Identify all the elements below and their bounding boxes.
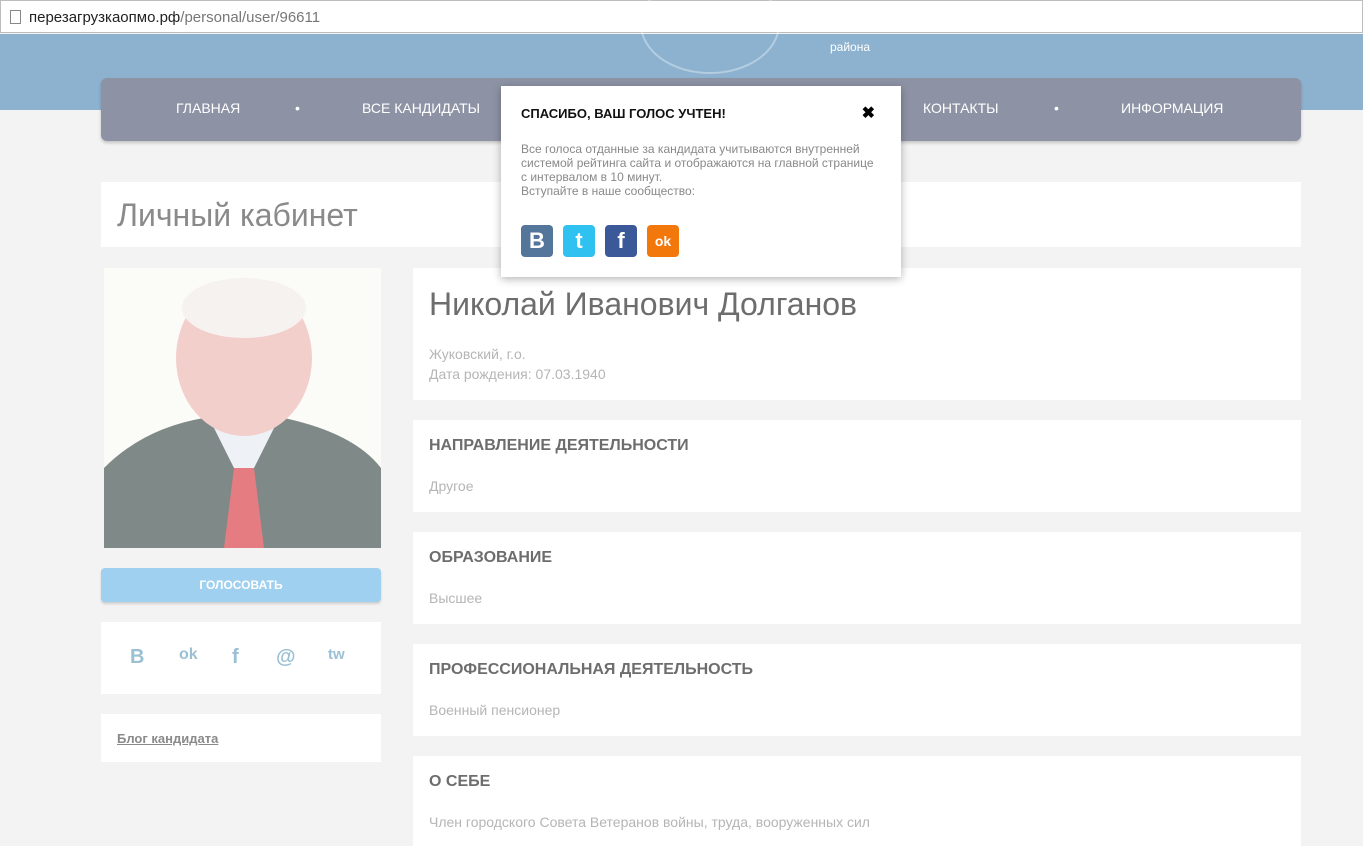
mail-icon[interactable]: @ [276,646,296,669]
section-value: Военный пенсионер [429,702,561,718]
nav-info[interactable]: ИНФОРМАЦИЯ [1121,100,1223,116]
odnoklassniki-icon[interactable]: ok [179,646,198,664]
page-title: Личный кабинет [117,197,358,233]
section-card: ПРОФЕССИОНАЛЬНАЯ ДЕЯТЕЛЬНОСТЬ Военный пен… [413,644,1301,736]
candidate-birthdate: Дата рождения: 07.03.1940 [429,366,606,382]
logo-graphic [640,0,780,74]
facebook-icon[interactable]: f [605,225,637,257]
section-title: ОБРАЗОВАНИЕ [429,549,553,566]
section-title: О СЕБЕ [429,773,491,790]
twitter-icon[interactable]: t [563,225,595,257]
modal-text: Все голоса отданные за кандидата учитыва… [521,142,874,198]
section-card: О СЕБЕ Член городского Совета Ветеранов в… [413,756,1301,846]
section-card: НАПРАВЛЕНИЕ ДЕЯТЕЛЬНОСТИ Другое [413,420,1301,512]
candidate-photo [104,268,381,548]
blog-link[interactable]: Блог кандидата [117,731,218,746]
candidate-name: Николай Иванович Долганов [429,286,858,322]
vote-confirmation-modal: СПАСИБО, ВАШ ГОЛОС УЧТЕН! ✖ Все голоса о… [501,86,901,277]
header-label: района [830,40,871,54]
section-title: НАПРАВЛЕНИЕ ДЕЯТЕЛЬНОСТИ [429,437,689,454]
facebook-icon[interactable]: f [232,646,239,669]
nav-separator: • [295,100,300,116]
section-value: Член городского Совета Ветеранов войны, … [429,814,870,830]
vk-icon[interactable]: B [130,646,144,669]
share-box: B ok f @ tw [101,622,381,694]
profile-card: Николай Иванович Долганов Жуковский, г.о… [413,268,1301,400]
twitter-icon[interactable]: tw [328,646,345,663]
vk-icon[interactable]: B [521,225,553,257]
odnoklassniki-icon[interactable]: ok [647,225,679,257]
nav-separator: • [1054,100,1059,116]
nav-home[interactable]: ГЛАВНАЯ [176,100,240,116]
url-text[interactable]: перезагрузкаопмо.рф/personal/user/96611 [29,9,320,26]
nav-contacts[interactable]: КОНТАКТЫ [923,100,999,116]
blog-box: Блог кандидата [101,714,381,762]
candidate-city: Жуковский, г.о. [429,346,526,362]
section-title: ПРОФЕССИОНАЛЬНАЯ ДЕЯТЕЛЬНОСТЬ [429,661,754,678]
modal-title: СПАСИБО, ВАШ ГОЛОС УЧТЕН! [521,106,726,121]
section-value: Другое [429,478,474,494]
nav-all-candidates[interactable]: ВСЕ КАНДИДАТЫ [362,100,480,116]
section-card: ОБРАЗОВАНИЕ Высшее [413,532,1301,624]
section-value: Высшее [429,590,483,606]
vote-button[interactable]: ГОЛОСОВАТЬ [101,568,381,602]
close-icon[interactable]: ✖ [862,103,875,123]
page-icon [10,10,21,24]
